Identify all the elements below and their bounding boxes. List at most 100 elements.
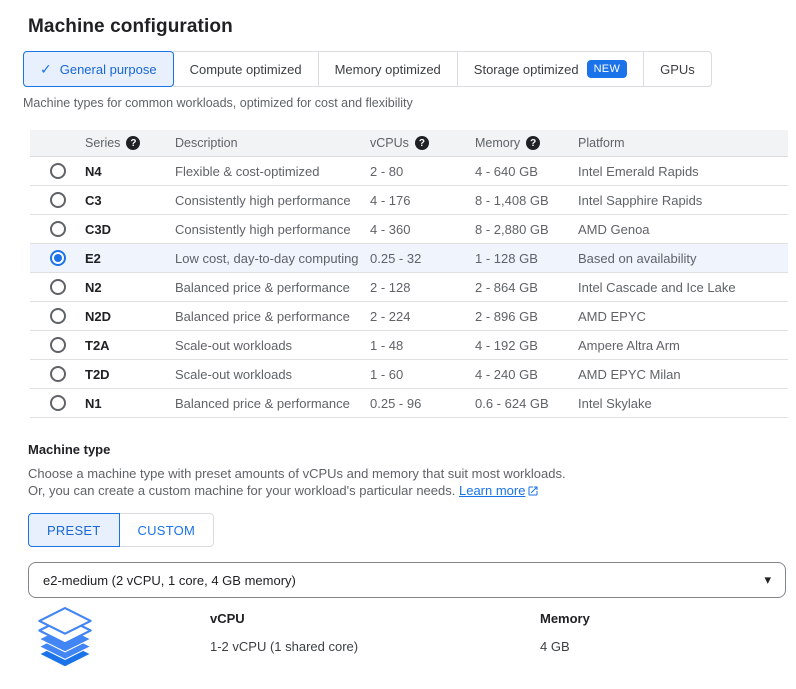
- series-memory: 0.6 - 624 GB: [475, 396, 578, 411]
- memory-label: Memory: [540, 611, 590, 626]
- table-row[interactable]: N2 Balanced price & performance 2 - 128 …: [30, 273, 788, 302]
- memory-value: 4 GB: [540, 639, 590, 654]
- header-vcpus: vCPUs ?: [370, 136, 475, 150]
- series-name: T2D: [85, 367, 175, 382]
- series-description: Balanced price & performance: [175, 309, 370, 324]
- series-platform: Based on availability: [578, 251, 788, 266]
- series-memory: 4 - 192 GB: [475, 338, 578, 353]
- series-radio[interactable]: [50, 366, 66, 382]
- tab-description: Machine types for common workloads, opti…: [23, 96, 788, 110]
- series-radio-cell: [30, 308, 85, 324]
- help-icon[interactable]: ?: [526, 136, 540, 150]
- series-name: E2: [85, 251, 175, 266]
- machine-type-select-value: e2-medium (2 vCPU, 1 core, 4 GB memory): [43, 573, 764, 588]
- table-row[interactable]: C3 Consistently high performance 4 - 176…: [30, 186, 788, 215]
- page-title: Machine configuration: [28, 16, 788, 38]
- table-row[interactable]: C3D Consistently high performance 4 - 36…: [30, 215, 788, 244]
- machine-family-tabbar: ✓ General purpose Compute optimized Memo…: [23, 51, 712, 87]
- preset-button[interactable]: PRESET: [28, 513, 120, 547]
- vcpu-detail: vCPU 1-2 vCPU (1 shared core): [210, 605, 540, 654]
- tab-label: GPUs: [660, 62, 695, 77]
- memory-detail: Memory 4 GB: [540, 605, 590, 654]
- series-memory: 1 - 128 GB: [475, 251, 578, 266]
- series-table: Series ? Description vCPUs ? Memory ? Pl…: [30, 130, 788, 418]
- new-badge: NEW: [587, 60, 628, 78]
- series-platform: Ampere Altra Arm: [578, 338, 788, 353]
- series-radio-cell: [30, 279, 85, 295]
- machine-type-select[interactable]: e2-medium (2 vCPU, 1 core, 4 GB memory) …: [28, 562, 786, 598]
- tab-memory-optimized[interactable]: Memory optimized: [318, 51, 458, 87]
- machine-configuration-panel: Machine configuration ✓ General purpose …: [0, 0, 796, 689]
- series-vcpus: 2 - 80: [370, 164, 475, 179]
- series-radio[interactable]: [50, 163, 66, 179]
- table-row[interactable]: T2D Scale-out workloads 1 - 60 4 - 240 G…: [30, 360, 788, 389]
- help-icon[interactable]: ?: [415, 136, 429, 150]
- machine-type-layers-icon: [28, 605, 210, 674]
- series-name: N2D: [85, 309, 175, 324]
- series-name: N2: [85, 280, 175, 295]
- external-link-icon: [527, 484, 539, 501]
- series-radio[interactable]: [50, 308, 66, 324]
- custom-button[interactable]: CUSTOM: [119, 513, 215, 547]
- chevron-down-icon: ▾: [764, 572, 771, 588]
- series-name: C3D: [85, 222, 175, 237]
- header-series: Series ?: [85, 136, 175, 150]
- series-radio[interactable]: [50, 395, 66, 411]
- series-radio-cell: [30, 163, 85, 179]
- series-table-body: N4 Flexible & cost-optimized 2 - 80 4 - …: [30, 157, 788, 418]
- tab-gpus[interactable]: GPUs: [643, 51, 712, 87]
- series-name: N1: [85, 396, 175, 411]
- tab-general-purpose[interactable]: ✓ General purpose: [23, 51, 174, 87]
- table-row[interactable]: T2A Scale-out workloads 1 - 48 4 - 192 G…: [30, 331, 788, 360]
- tab-label: General purpose: [60, 62, 157, 77]
- series-description: Scale-out workloads: [175, 338, 370, 353]
- series-platform: AMD EPYC Milan: [578, 367, 788, 382]
- series-radio-cell: [30, 221, 85, 237]
- machine-details: vCPU 1-2 vCPU (1 shared core) Memory 4 G…: [28, 605, 788, 674]
- series-radio[interactable]: [50, 279, 66, 295]
- series-radio-cell: [30, 366, 85, 382]
- series-description: Flexible & cost-optimized: [175, 164, 370, 179]
- series-description: Consistently high performance: [175, 222, 370, 237]
- series-vcpus: 1 - 60: [370, 367, 475, 382]
- series-radio-cell: [30, 337, 85, 353]
- check-icon: ✓: [40, 61, 52, 78]
- vcpu-label: vCPU: [210, 611, 540, 626]
- series-radio[interactable]: [50, 221, 66, 237]
- tab-storage-optimized[interactable]: Storage optimized NEW: [457, 51, 644, 87]
- series-memory: 4 - 240 GB: [475, 367, 578, 382]
- header-vcpus-label: vCPUs: [370, 136, 409, 150]
- series-vcpus: 2 - 128: [370, 280, 475, 295]
- series-name: T2A: [85, 338, 175, 353]
- tab-label: Compute optimized: [190, 62, 302, 77]
- series-description: Balanced price & performance: [175, 396, 370, 411]
- header-memory-label: Memory: [475, 136, 520, 150]
- series-radio[interactable]: [50, 250, 66, 266]
- machine-type-description-line2-text: Or, you can create a custom machine for …: [28, 483, 455, 498]
- table-row[interactable]: N1 Balanced price & performance 0.25 - 9…: [30, 389, 788, 418]
- header-series-label: Series: [85, 136, 120, 150]
- learn-more-link[interactable]: Learn more: [459, 483, 525, 498]
- series-radio-cell: [30, 395, 85, 411]
- series-radio[interactable]: [50, 337, 66, 353]
- header-platform: Platform: [578, 136, 788, 150]
- series-vcpus: 4 - 360: [370, 222, 475, 237]
- series-radio[interactable]: [50, 192, 66, 208]
- series-description: Low cost, day-to-day computing: [175, 251, 370, 266]
- series-platform: Intel Cascade and Ice Lake: [578, 280, 788, 295]
- series-memory: 4 - 640 GB: [475, 164, 578, 179]
- series-vcpus: 0.25 - 96: [370, 396, 475, 411]
- series-vcpus: 1 - 48: [370, 338, 475, 353]
- table-row[interactable]: N2D Balanced price & performance 2 - 224…: [30, 302, 788, 331]
- header-memory: Memory ?: [475, 136, 578, 150]
- help-icon[interactable]: ?: [126, 136, 140, 150]
- tab-compute-optimized[interactable]: Compute optimized: [173, 51, 319, 87]
- tab-label: Memory optimized: [335, 62, 441, 77]
- machine-type-heading: Machine type: [28, 442, 788, 457]
- table-row[interactable]: E2 Low cost, day-to-day computing 0.25 -…: [30, 244, 788, 273]
- series-radio-cell: [30, 250, 85, 266]
- series-platform: Intel Emerald Rapids: [578, 164, 788, 179]
- series-platform: Intel Skylake: [578, 396, 788, 411]
- table-row[interactable]: N4 Flexible & cost-optimized 2 - 80 4 - …: [30, 157, 788, 186]
- series-platform: AMD EPYC: [578, 309, 788, 324]
